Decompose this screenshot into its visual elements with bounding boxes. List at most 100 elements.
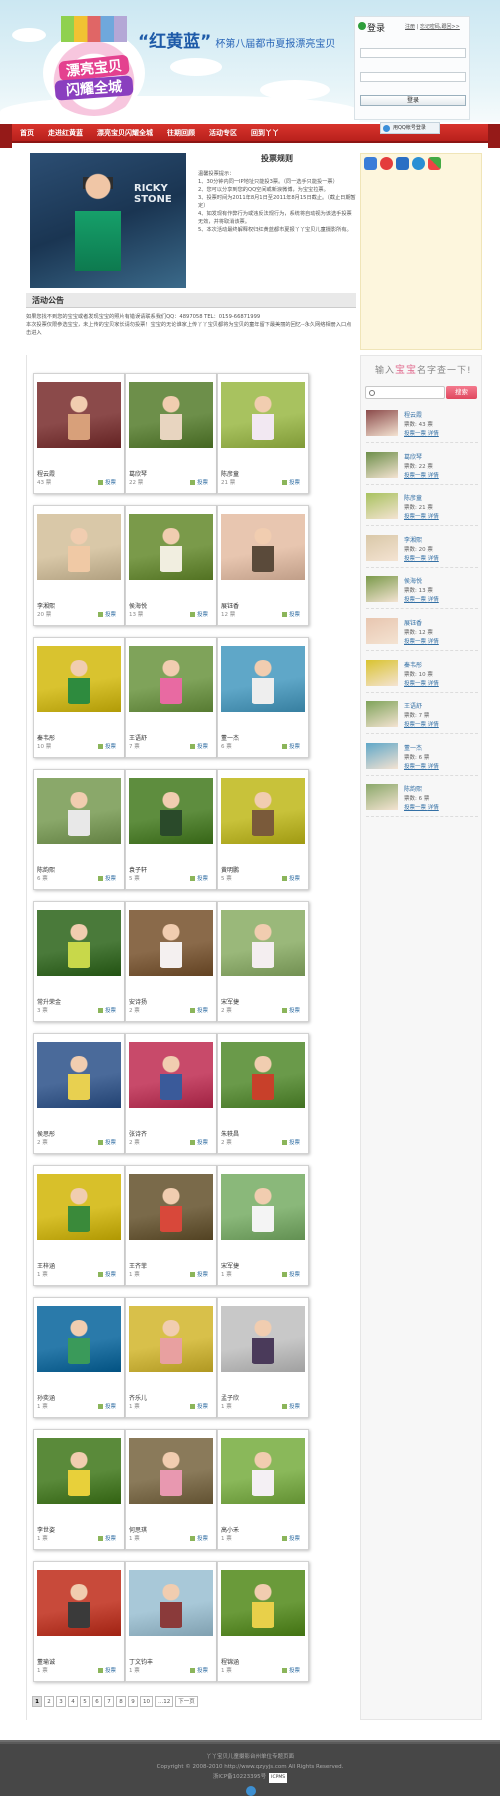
vote-button[interactable]: 投票 [190, 1138, 208, 1146]
contestant-card[interactable]: 王语舒 7 票 投票 [125, 637, 217, 758]
ranking-name[interactable]: 陈韵熙 [404, 784, 422, 793]
contestant-card[interactable]: 朱轶昌 2 票 投票 [217, 1033, 309, 1154]
contestant-name[interactable]: 董瑜诚 [37, 1657, 55, 1666]
contestant-photo[interactable] [37, 1438, 121, 1504]
renren-share-icon[interactable] [396, 157, 409, 170]
contestant-name[interactable]: 展钰香 [221, 601, 239, 610]
contestant-card[interactable]: 孙奕涵 1 票 投票 [33, 1297, 125, 1418]
qq-login-button[interactable]: 用QQ帐号登录 [380, 122, 440, 134]
vote-button[interactable]: 投票 [190, 610, 208, 618]
contestant-photo[interactable] [221, 910, 305, 976]
contestant-photo[interactable] [221, 1306, 305, 1372]
contestant-card[interactable]: 高小禾 1 票 投票 [217, 1429, 309, 1550]
contestant-card[interactable]: 张诗齐 2 票 投票 [125, 1033, 217, 1154]
page-number-button[interactable]: 8 [116, 1696, 126, 1707]
ranking-thumbnail[interactable] [366, 410, 398, 436]
vote-button[interactable]: 投票 [190, 1006, 208, 1014]
contestant-name[interactable]: 宋军捷 [221, 997, 239, 1006]
ranking-thumbnail[interactable] [366, 784, 398, 811]
contestant-card[interactable]: 董瑜诚 1 票 投票 [33, 1561, 125, 1682]
username-input[interactable] [360, 48, 466, 58]
contestant-card[interactable]: 董一杰 6 票 投票 [217, 637, 309, 758]
contestant-name[interactable]: 陈彦童 [221, 469, 239, 478]
contestant-photo[interactable] [129, 778, 213, 844]
nav-item-events[interactable]: 活动专区 [209, 124, 237, 143]
contestant-photo[interactable] [129, 1042, 213, 1108]
contestant-card[interactable]: 安诗扬 2 票 投票 [125, 901, 217, 1022]
contestant-name[interactable]: 王齐菲 [129, 1261, 147, 1270]
contestant-name[interactable]: 陈韵熙 [37, 865, 55, 874]
contestant-card[interactable]: 展钰香 12 票 投票 [217, 505, 309, 626]
site-logo[interactable]: 漂亮宝贝 闪耀全城 [43, 16, 145, 116]
contestant-card[interactable]: 宋军捷 2 票 投票 [217, 901, 309, 1022]
page-number-button[interactable]: 3 [56, 1696, 66, 1707]
contestant-card[interactable]: 李世姿 1 票 投票 [33, 1429, 125, 1550]
vote-once-link[interactable]: 投票一票 [404, 764, 426, 770]
nav-item-home[interactable]: 首页 [20, 124, 34, 143]
vote-once-link[interactable]: 投票一票 [404, 514, 426, 520]
contestant-photo[interactable] [37, 1042, 121, 1108]
page-number-button[interactable]: 5 [80, 1696, 90, 1707]
detail-link[interactable]: 详情 [428, 764, 439, 770]
contestant-photo[interactable] [37, 1174, 121, 1240]
vote-button[interactable]: 投票 [98, 1270, 116, 1278]
contestant-name[interactable]: 丁文钧丰 [129, 1657, 153, 1666]
icp-number[interactable]: 浙ICP备10223395号 [213, 1774, 266, 1780]
contestant-photo[interactable] [129, 1570, 213, 1636]
contestant-photo[interactable] [129, 514, 213, 580]
detail-link[interactable]: 详情 [428, 473, 439, 479]
vote-button[interactable]: 投票 [190, 1270, 208, 1278]
contestant-name[interactable]: 王语舒 [129, 733, 147, 742]
vote-button[interactable]: 投票 [282, 1138, 300, 1146]
page-number-button[interactable]: 1 [32, 1696, 42, 1707]
contestant-name[interactable]: 孙奕涵 [37, 1393, 55, 1402]
page-number-button[interactable]: 2 [44, 1696, 54, 1707]
vote-once-link[interactable]: 投票一票 [404, 681, 426, 687]
nav-item-about[interactable]: 走进红黄蓝 [48, 124, 83, 143]
ranking-thumbnail[interactable] [366, 493, 398, 520]
contestant-card[interactable]: 葛欣琴 22 票 投票 [125, 373, 217, 494]
contestant-card[interactable]: 李湘熙 20 票 投票 [33, 505, 125, 626]
page-number-button[interactable]: 4 [68, 1696, 78, 1707]
contestant-name[interactable]: 袁子轩 [129, 865, 147, 874]
contestant-card[interactable]: 秦韦彤 10 票 投票 [33, 637, 125, 758]
vote-button[interactable]: 投票 [98, 1534, 116, 1542]
vote-button[interactable]: 投票 [98, 1666, 116, 1674]
contestant-photo[interactable] [221, 514, 305, 580]
contestant-photo[interactable] [37, 910, 121, 976]
contestant-photo[interactable] [37, 778, 121, 844]
ranking-name[interactable]: 李湘熙 [404, 535, 422, 544]
ranking-name[interactable]: 侯海悦 [404, 576, 422, 585]
contestant-card[interactable]: 王梓涵 1 票 投票 [33, 1165, 125, 1286]
password-input[interactable] [360, 72, 466, 82]
contestant-name[interactable]: 宋军捷 [221, 1261, 239, 1270]
contestant-photo[interactable] [37, 646, 121, 712]
contestant-name[interactable]: 李湘熙 [37, 601, 55, 610]
vote-button[interactable]: 投票 [282, 1402, 300, 1410]
ranking-name[interactable]: 葛欣琴 [404, 452, 422, 461]
contestant-photo[interactable] [129, 1174, 213, 1240]
detail-link[interactable]: 详情 [428, 639, 439, 645]
page-number-button[interactable]: 6 [92, 1696, 102, 1707]
contestant-photo[interactable] [37, 514, 121, 580]
contestant-photo[interactable] [37, 382, 121, 448]
nav-item-back[interactable]: 回到丫丫 [251, 124, 279, 143]
detail-link[interactable]: 详情 [428, 597, 439, 603]
contestant-photo[interactable] [221, 646, 305, 712]
contestant-card[interactable]: 何思琪 1 票 投票 [125, 1429, 217, 1550]
contestant-name[interactable]: 程锦涵 [221, 1657, 239, 1666]
contestant-name[interactable]: 侯海悦 [129, 601, 147, 610]
ranking-name[interactable]: 董一杰 [404, 743, 422, 752]
nav-item-review[interactable]: 往期回顾 [167, 124, 195, 143]
vote-button[interactable]: 投票 [190, 1402, 208, 1410]
vote-once-link[interactable]: 投票一票 [404, 597, 426, 603]
vote-button[interactable]: 投票 [98, 742, 116, 750]
contestant-card[interactable]: 孟子欣 1 票 投票 [217, 1297, 309, 1418]
contestant-photo[interactable] [129, 1306, 213, 1372]
ranking-thumbnail[interactable] [366, 701, 398, 728]
detail-link[interactable]: 详情 [428, 514, 439, 520]
contestant-photo[interactable] [221, 1042, 305, 1108]
page-number-button[interactable]: 9 [128, 1696, 138, 1707]
vote-button[interactable]: 投票 [282, 1666, 300, 1674]
contestant-photo[interactable] [129, 382, 213, 448]
